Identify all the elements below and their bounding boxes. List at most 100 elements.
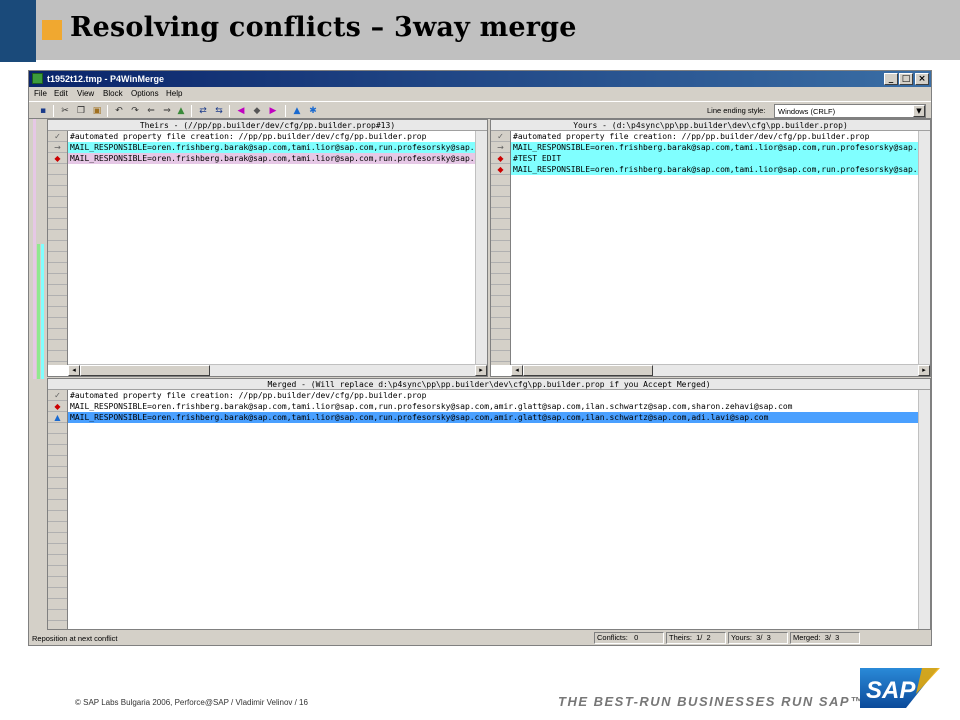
code-line[interactable]: MAIL_RESPONSIBLE=oren.frishberg.barak@sa… [68,142,475,153]
code-line[interactable]: MAIL_RESPONSIBLE=oren.frishberg.barak@sa… [68,153,475,164]
gutter-row[interactable] [48,533,67,544]
line-ending-select[interactable]: Windows (CRLF) ▼ [774,104,926,118]
diamond-icon[interactable]: ◆ [496,165,505,174]
diamond-icon[interactable]: ◆ [251,105,263,117]
scroll-left-icon[interactable]: ◂ [511,365,523,376]
gutter-row[interactable]: ✓ [491,131,510,142]
gutter-row[interactable] [48,522,67,533]
arrow-icon[interactable]: → [496,143,505,152]
settings-icon[interactable]: ✱ [307,105,319,117]
chevron-down-icon[interactable]: ▼ [913,105,925,117]
scroll-right-icon[interactable]: ▸ [918,365,930,376]
menu-block[interactable]: Block [103,89,123,98]
prev-diff-icon[interactable]: ⇐ [145,105,157,117]
menu-view[interactable]: View [77,89,94,98]
gutter-row[interactable] [48,329,67,340]
menu-file[interactable]: File [34,89,47,98]
select-yours-icon[interactable]: ⇆ [213,105,225,117]
gutter-row[interactable]: ✓ [48,131,67,142]
gutter-row[interactable] [48,555,67,566]
diamond-icon[interactable]: ◆ [53,402,62,411]
gutter-row[interactable]: ◆ [48,153,67,164]
theirs-hscroll[interactable]: ◂ ▸ [68,364,487,376]
gutter-row[interactable] [491,285,510,296]
accept-icon[interactable]: ▲ [291,105,303,117]
gutter-row[interactable] [491,296,510,307]
gutter-row[interactable] [48,489,67,500]
gutter-row[interactable] [48,230,67,241]
gutter-row[interactable]: → [491,142,510,153]
up-icon[interactable]: ▲ [175,105,187,117]
yours-lines[interactable]: #automated property file creation: //pp/… [511,131,918,175]
gutter-row[interactable] [48,500,67,511]
yours-hscroll[interactable]: ◂ ▸ [511,364,930,376]
minimize-button[interactable]: _ [884,73,898,85]
code-line[interactable]: MAIL_RESPONSIBLE=oren.frishberg.barak@sa… [511,142,918,153]
gutter-row[interactable] [491,230,510,241]
gutter-row[interactable] [491,274,510,285]
triangle-icon[interactable]: ▲ [53,413,62,422]
prev-conflict-icon[interactable]: ◀ [235,105,247,117]
theirs-pane[interactable]: Theirs - (//pp/pp.builder/dev/cfg/pp.bui… [47,119,488,377]
close-button[interactable]: × [915,73,929,85]
gutter-row[interactable]: ◆ [48,401,67,412]
gutter-row[interactable] [48,296,67,307]
gutter-row[interactable] [491,263,510,274]
gutter-row[interactable] [48,241,67,252]
gutter-row[interactable] [491,219,510,230]
gutter-row[interactable]: ▲ [48,412,67,423]
gutter-row[interactable] [491,252,510,263]
diamond-icon[interactable]: ◆ [53,154,62,163]
gutter-row[interactable] [491,175,510,186]
save-icon[interactable]: ▪ [37,105,49,117]
scroll-left-icon[interactable]: ◂ [68,365,80,376]
scroll-thumb[interactable] [523,365,653,376]
gutter-row[interactable]: ◆ [491,164,510,175]
diff-overview-strip[interactable] [31,119,45,629]
gutter-row[interactable] [48,351,67,362]
code-line[interactable]: #automated property file creation: //pp/… [68,390,918,401]
check-icon[interactable]: ✓ [53,391,62,400]
check-icon[interactable]: ✓ [496,132,505,141]
code-line[interactable]: MAIL_RESPONSIBLE=oren.frishberg.barak@sa… [511,164,918,175]
copy-icon[interactable]: ❐ [75,105,87,117]
select-theirs-icon[interactable]: ⇄ [197,105,209,117]
code-line[interactable]: #automated property file creation: //pp/… [68,131,475,142]
cut-icon[interactable]: ✂ [59,105,71,117]
gutter-row[interactable] [48,263,67,274]
gutter-row[interactable] [491,329,510,340]
diamond-icon[interactable]: ◆ [496,154,505,163]
gutter-row[interactable]: → [48,142,67,153]
gutter-row[interactable]: ✓ [48,390,67,401]
undo-icon[interactable]: ↶ [113,105,125,117]
scroll-thumb[interactable] [80,365,210,376]
next-diff-icon[interactable]: ⇒ [161,105,173,117]
gutter-row[interactable] [491,351,510,362]
merged-pane[interactable]: Merged - (Will replace d:\p4sync\pp\pp.b… [47,378,931,630]
gutter-row[interactable] [48,599,67,610]
menu-help[interactable]: Help [166,89,182,98]
gutter-row[interactable] [48,610,67,621]
code-line[interactable]: #automated property file creation: //pp/… [511,131,918,142]
menu-edit[interactable]: Edit [54,89,68,98]
gutter-row[interactable] [48,252,67,263]
gutter-row[interactable] [48,511,67,522]
gutter-row[interactable] [48,186,67,197]
theirs-vscroll[interactable] [475,131,487,365]
redo-icon[interactable]: ↷ [129,105,141,117]
code-line[interactable]: MAIL_RESPONSIBLE=oren.frishberg.barak@sa… [68,401,918,412]
scroll-right-icon[interactable]: ▸ [475,365,487,376]
yours-vscroll[interactable] [918,131,930,365]
yours-pane[interactable]: Yours - (d:\p4sync\pp\pp.builder\dev\cfg… [490,119,931,377]
gutter-row[interactable] [48,307,67,318]
menu-options[interactable]: Options [131,89,159,98]
gutter-row[interactable] [48,544,67,555]
paste-icon[interactable]: ▣ [91,105,103,117]
gutter-row[interactable] [48,175,67,186]
gutter-row[interactable] [48,164,67,175]
gutter-row[interactable] [48,208,67,219]
gutter-row[interactable] [48,318,67,329]
gutter-row[interactable] [491,340,510,351]
gutter-row[interactable] [48,340,67,351]
gutter-row[interactable] [491,186,510,197]
